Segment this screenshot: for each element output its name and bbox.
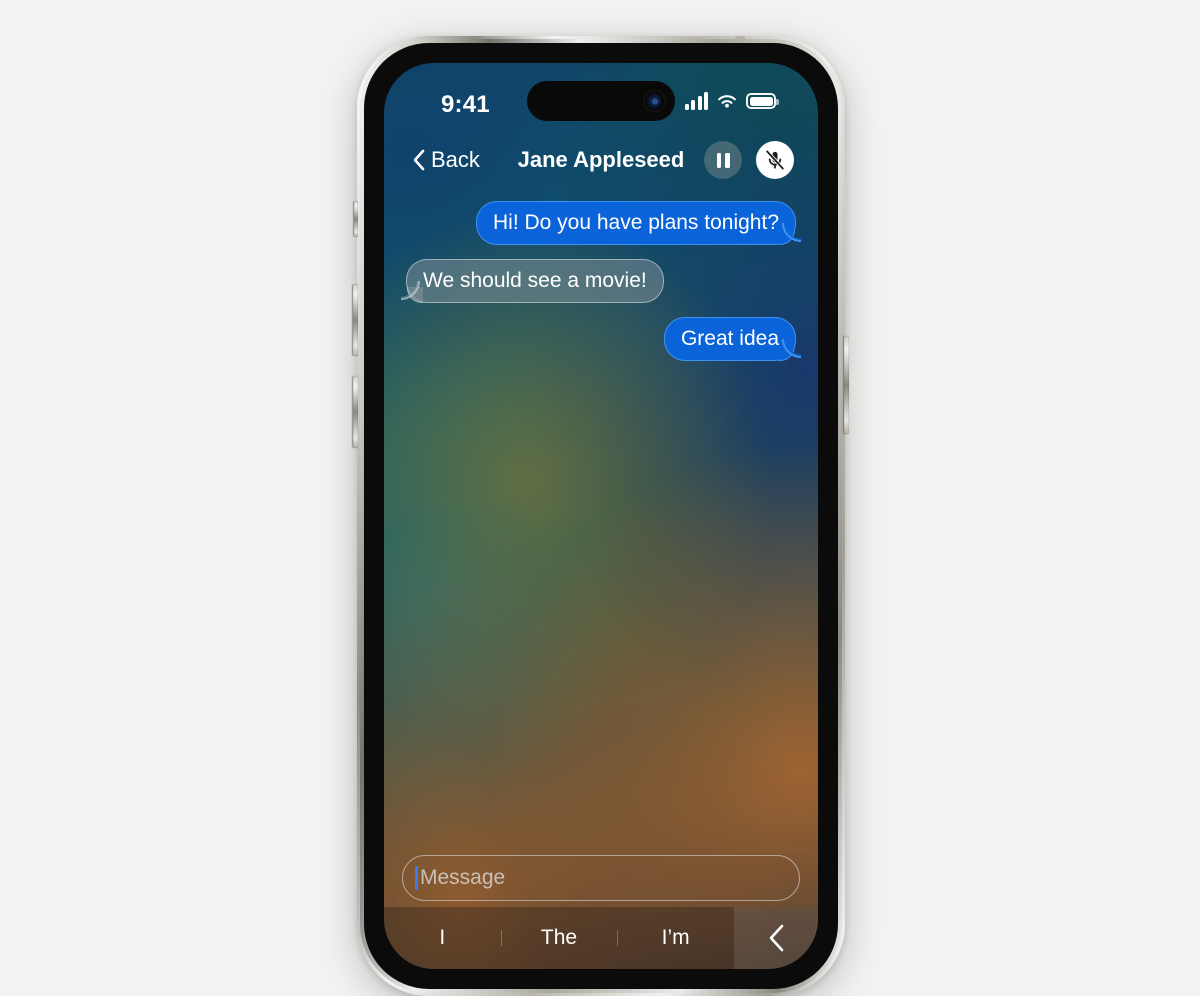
message-text: Hi! Do you have plans tonight?: [492, 211, 779, 234]
front-camera-icon: [645, 91, 664, 111]
device-screen: 9:41 Back Jane Appleseed Hi! Do you have…: [384, 63, 818, 969]
message-input[interactable]: Message: [402, 855, 800, 901]
volume-down-button[interactable]: [353, 376, 358, 448]
chevron-left-icon: [413, 149, 425, 171]
message-input-placeholder: Message: [420, 866, 506, 889]
antenna-band-seam: [735, 36, 745, 43]
pause-icon: [716, 152, 730, 168]
status-bar-indicators: [684, 92, 779, 110]
bubble-tail: [779, 345, 795, 361]
message-row: We should see a movie!: [401, 259, 796, 303]
message-bubble-outgoing[interactable]: Great idea: [663, 317, 802, 361]
pause-button[interactable]: [704, 141, 742, 179]
bubble-tail: [779, 229, 795, 245]
message-row: Great idea: [406, 317, 802, 361]
power-side-button[interactable]: [844, 336, 849, 434]
navigation-bar: Back Jane Appleseed: [384, 133, 818, 187]
mute-button[interactable]: [756, 141, 794, 179]
device-bezel: 9:41 Back Jane Appleseed Hi! Do you have…: [364, 43, 838, 989]
dynamic-island[interactable]: [527, 81, 675, 121]
silent-switch-button[interactable]: [354, 201, 358, 237]
text-cursor: [415, 866, 418, 890]
suggestion-item[interactable]: I: [384, 920, 501, 956]
message-bubble-incoming[interactable]: We should see a movie!: [401, 259, 664, 303]
microphone-slash-icon: [765, 149, 785, 171]
screenshot-canvas: 9:41 Back Jane Appleseed Hi! Do you have…: [0, 0, 1200, 996]
wifi-icon: [718, 94, 736, 108]
iphone-device-frame: 9:41 Back Jane Appleseed Hi! Do you have…: [353, 36, 849, 996]
status-bar-time: 9:41: [441, 91, 490, 118]
message-list: Hi! Do you have plans tonight? We should…: [384, 187, 818, 849]
message-input-bar: Message: [384, 849, 818, 907]
bubble-tail: [407, 287, 423, 303]
keyboard-suggestion-bar: I The I’m: [384, 907, 818, 969]
back-button[interactable]: Back: [412, 147, 480, 173]
message-text: We should see a movie!: [423, 269, 647, 292]
back-button-label: Back: [431, 147, 480, 172]
chevron-left-icon: [769, 924, 784, 952]
call-action-buttons: [704, 141, 794, 179]
signal-bars-icon: [684, 92, 708, 110]
message-row: Hi! Do you have plans tonight?: [406, 201, 802, 245]
keyboard-dismiss-button[interactable]: [734, 907, 818, 969]
message-bubble-outgoing[interactable]: Hi! Do you have plans tonight?: [475, 201, 802, 245]
suggestion-item[interactable]: The: [500, 920, 618, 956]
battery-full-icon: [746, 93, 779, 109]
message-text: Great idea: [680, 327, 779, 350]
contact-name-title: Jane Appleseed: [517, 147, 685, 172]
volume-up-button[interactable]: [353, 284, 358, 356]
suggestion-item[interactable]: I’m: [617, 920, 734, 956]
